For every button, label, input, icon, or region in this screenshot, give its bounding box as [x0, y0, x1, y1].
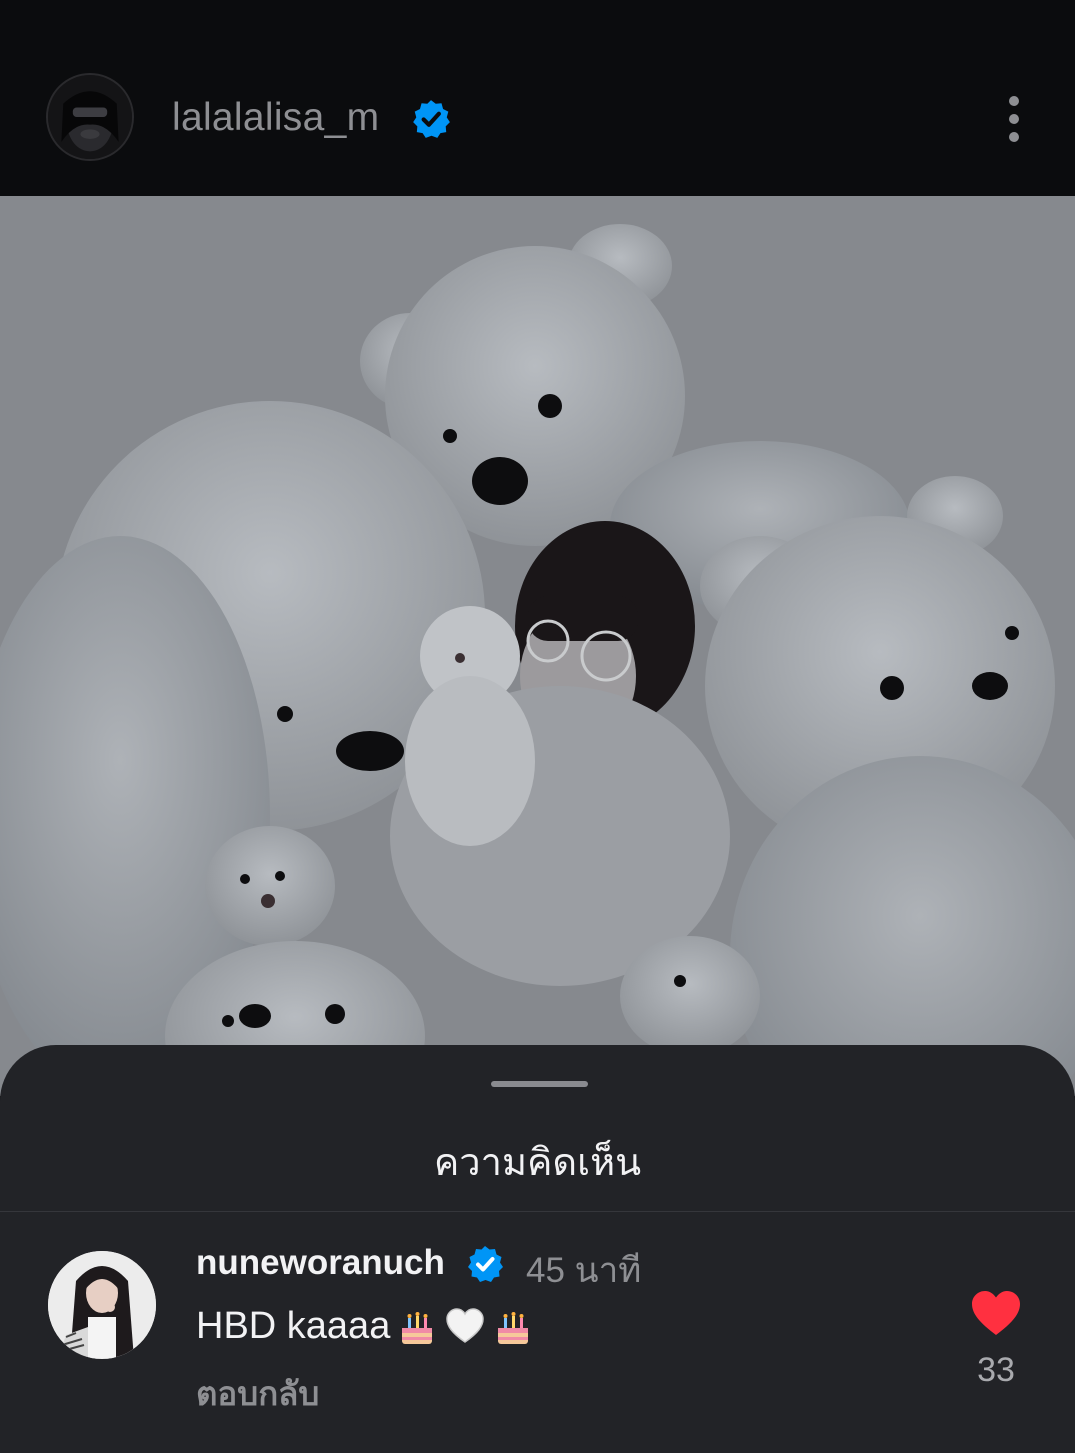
- birthday-cake-icon: [396, 1306, 438, 1348]
- verified-badge-icon: [413, 100, 450, 138]
- post-image[interactable]: [0, 196, 1075, 1096]
- divider: [0, 1211, 1075, 1212]
- heart-icon[interactable]: [970, 1289, 1022, 1337]
- like-count: 33: [977, 1351, 1015, 1389]
- comment-timestamp: 45 นาที: [526, 1251, 642, 1290]
- white-heart-icon: [444, 1306, 486, 1348]
- verified-badge-icon: [468, 1246, 503, 1282]
- more-options-button[interactable]: [995, 92, 1033, 146]
- post-header: lalalalisa_m: [0, 0, 1075, 196]
- more-vertical-icon: [1009, 96, 1019, 106]
- sheet-drag-handle[interactable]: [491, 1081, 588, 1087]
- reply-button[interactable]: ตอบกลับ: [196, 1367, 319, 1420]
- post-photo-illustration: [0, 196, 1075, 1096]
- comment-avatar[interactable]: [48, 1251, 156, 1359]
- sheet-title: ความคิดเห็น: [433, 1142, 642, 1184]
- profile-username[interactable]: lalalalisa_m: [172, 96, 379, 140]
- instagram-post-screen: lalalalisa_m ความคิดเห็น nuneworanuch 45…: [0, 0, 1075, 1453]
- profile-avatar[interactable]: [46, 73, 134, 161]
- comments-sheet: ความคิดเห็น nuneworanuch 45 นาที HBD kaa…: [0, 1045, 1075, 1453]
- comment-username[interactable]: nuneworanuch: [196, 1243, 445, 1283]
- comment-body: HBD kaaaa: [196, 1305, 534, 1348]
- birthday-cake-icon: [492, 1306, 534, 1348]
- comment-text: HBD kaaaa: [196, 1305, 391, 1347]
